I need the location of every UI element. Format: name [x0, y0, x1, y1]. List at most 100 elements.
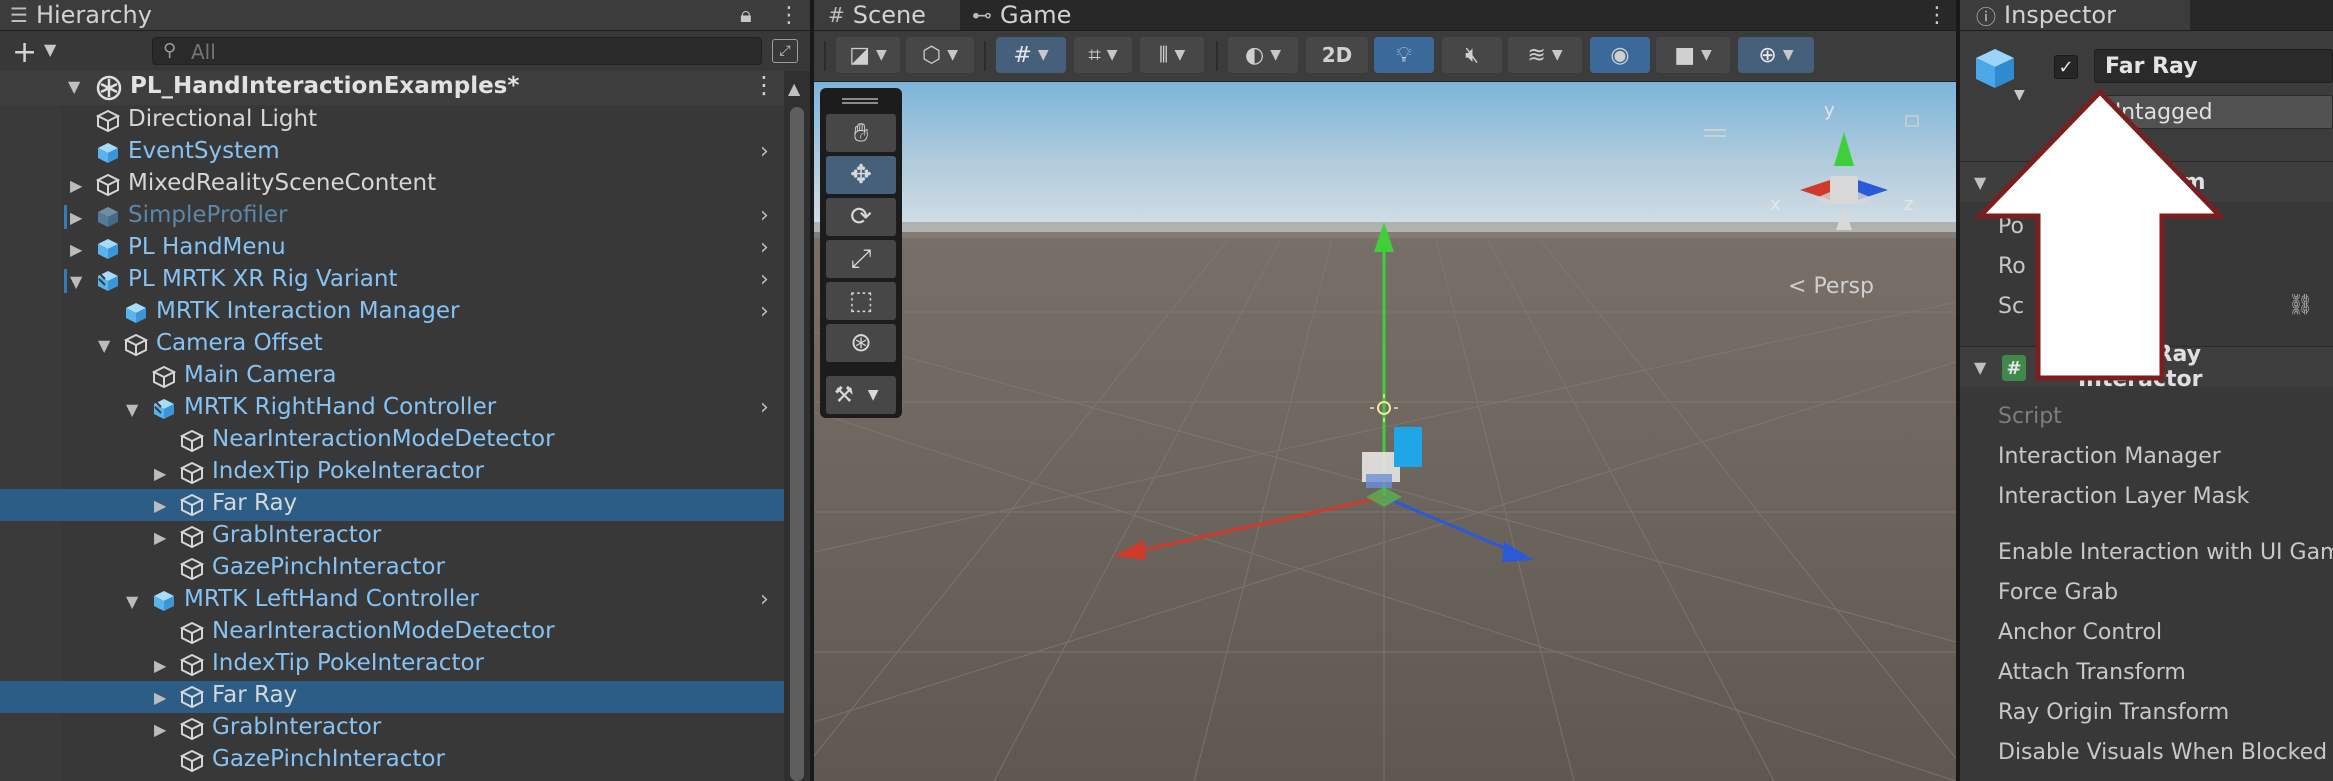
open-prefab-chevron-icon[interactable]: ›: [760, 395, 769, 420]
move-tool-button[interactable]: ✥: [826, 156, 896, 194]
hierarchy-row[interactable]: ▶ Far Ray: [0, 681, 784, 713]
hierarchy-row[interactable]: MRTK Interaction Manager ›: [0, 297, 784, 329]
link-icon[interactable]: ⛓: [2288, 292, 2313, 316]
expand-right-icon[interactable]: ▶: [70, 240, 82, 259]
hierarchy-row[interactable]: ▶ GrabInteractor: [0, 521, 784, 553]
open-prefab-chevron-icon[interactable]: ›: [760, 267, 769, 292]
expand-right-icon[interactable]: ▶: [154, 464, 166, 483]
shading-mode-button[interactable]: ◐ ▼: [1228, 37, 1298, 73]
tab-game[interactable]: ⊷ Game: [962, 0, 1072, 30]
scene-header-row[interactable]: ▼ PL_HandInteractionExamples* ⋮: [0, 71, 784, 105]
open-prefab-chevron-icon[interactable]: ›: [760, 299, 769, 324]
open-prefab-chevron-icon[interactable]: ›: [760, 203, 769, 228]
gameobject-icon: [179, 493, 205, 517]
palette-grip-icon[interactable]: [842, 98, 878, 104]
scrollbar-thumb[interactable]: [790, 107, 804, 781]
expand-down-icon[interactable]: ▼: [98, 336, 110, 355]
grid-snap-button[interactable]: # ▼: [996, 37, 1066, 73]
expand-down-icon[interactable]: ▼: [126, 400, 138, 419]
draw-mode-button[interactable]: ◪ ▼: [836, 37, 900, 73]
hierarchy-row[interactable]: ▶ IndexTip PokeInteractor: [0, 649, 784, 681]
scroll-up-icon[interactable]: ▲: [788, 79, 800, 98]
expand-right-icon[interactable]: ▶: [154, 496, 166, 515]
hierarchy-row[interactable]: ▶ Far Ray: [0, 489, 784, 521]
inspector-property-label: Enable Interaction with UI GameObjects: [1998, 540, 2333, 565]
search-by-type-icon[interactable]: ⤢: [772, 39, 798, 63]
active-checkbox[interactable]: ✓: [2054, 55, 2078, 79]
rotate-tool-button[interactable]: ⟳: [826, 198, 896, 236]
lightbulb-icon: 💡︎: [1396, 42, 1412, 68]
hierarchy-row[interactable]: ▶ PL HandMenu ›: [0, 233, 784, 265]
chevron-down-icon: ▼: [1174, 47, 1186, 63]
scene-kebab-icon[interactable]: ⋮: [1926, 0, 1948, 30]
custom-tools-button[interactable]: ⚒ ▼: [826, 376, 896, 414]
hierarchy-row[interactable]: ▶ MixedRealitySceneContent: [0, 169, 784, 201]
hierarchy-row[interactable]: ▼ MRTK RightHand Controller ›: [0, 393, 784, 425]
hierarchy-row[interactable]: EventSystem ›: [0, 137, 784, 169]
search-icon[interactable]: ⚲: [163, 40, 176, 61]
hierarchy-row[interactable]: ▶ SimpleProfiler ›: [0, 201, 784, 233]
hand-tool-button[interactable]: ✋︎: [826, 114, 896, 152]
chevron-down-icon[interactable]: ▼: [44, 40, 56, 59]
hierarchy-row[interactable]: NearInteractionModeDetector: [0, 425, 784, 457]
scene-visibility-button[interactable]: ◉: [1590, 37, 1650, 73]
expand-right-icon[interactable]: ▶: [154, 528, 166, 547]
tab-inspector[interactable]: ⓘ Inspector: [1960, 0, 2190, 30]
toggle-2d-button[interactable]: 2D: [1306, 37, 1368, 73]
scene-tabbar: # Scene ⊷ Game ⋮: [814, 0, 1956, 31]
camera-settings-button[interactable]: ■ ▼: [1656, 37, 1730, 73]
gameobject-icon: [179, 621, 205, 645]
gameobject-icon: [95, 109, 121, 133]
gizmos-button[interactable]: ⊕ ▼: [1738, 37, 1814, 73]
scene-viewport[interactable]: ✋︎ ✥ ⟳ ⤢ ⬚ ⊛ ⚒ ▼ y x z < Persp: [814, 82, 1956, 781]
open-prefab-chevron-icon[interactable]: ›: [760, 139, 769, 164]
scene-menu-icon[interactable]: ⋮: [752, 71, 776, 99]
hierarchy-scrollbar[interactable]: ▲: [784, 71, 810, 781]
hierarchy-row[interactable]: GazePinchInteractor: [0, 745, 784, 777]
snap-increment-button[interactable]: ⌗ ▼: [1074, 37, 1132, 73]
hierarchy-row[interactable]: ▶ GrabInteractor: [0, 713, 784, 745]
hierarchy-row[interactable]: Directional Light: [0, 105, 784, 137]
hierarchy-row-label: GrabInteractor: [212, 714, 382, 740]
scene-fold-icon[interactable]: ▼: [68, 77, 80, 96]
hierarchy-row[interactable]: GazePinchInteractor: [0, 553, 784, 585]
hierarchy-row-label: GazePinchInteractor: [212, 554, 445, 580]
projection-toggle[interactable]: < Persp: [1788, 274, 1874, 299]
kebab-menu-icon[interactable]: ⋮: [778, 0, 800, 30]
hierarchy-row[interactable]: Main Camera: [0, 361, 784, 393]
expand-right-icon[interactable]: ▶: [154, 720, 166, 739]
override-marker: [64, 205, 67, 229]
hierarchy-row-label: IndexTip PokeInteractor: [212, 650, 485, 676]
effects-button[interactable]: ≋ ▼: [1508, 37, 1582, 73]
scale-tool-button[interactable]: ⤢: [826, 240, 896, 278]
expand-right-icon[interactable]: ▶: [154, 656, 166, 675]
gameobject-cube-icon[interactable]: [1972, 45, 2018, 91]
open-prefab-chevron-icon[interactable]: ›: [760, 587, 769, 612]
chevron-down-icon: ▼: [1037, 47, 1049, 63]
transform-tool-button[interactable]: ⊛: [826, 324, 896, 362]
tab-scene[interactable]: # Scene: [814, 0, 960, 30]
lighting-toggle-button[interactable]: 💡︎: [1374, 37, 1434, 73]
expand-right-icon[interactable]: ▶: [154, 688, 166, 707]
inspector-tab-label: Inspector: [2004, 1, 2116, 29]
hierarchy-row[interactable]: ▼ MRTK LeftHand Controller ›: [0, 585, 784, 617]
hierarchy-row[interactable]: ▼ Camera Offset: [0, 329, 784, 361]
hierarchy-row[interactable]: ▶ IndexTip PokeInteractor: [0, 457, 784, 489]
open-prefab-chevron-icon[interactable]: ›: [760, 235, 769, 260]
expand-right-icon[interactable]: ▶: [70, 176, 82, 195]
add-icon[interactable]: +: [12, 35, 37, 70]
render-mode-button[interactable]: ⬡ ▼: [906, 37, 974, 73]
expand-down-icon[interactable]: ▼: [70, 272, 82, 291]
object-name-field[interactable]: Far Ray: [2094, 49, 2333, 83]
hierarchy-row[interactable]: NearInteractionModeDetector: [0, 617, 784, 649]
gameobject-icon: [179, 525, 205, 549]
lock-icon[interactable]: 🔒︎: [740, 0, 752, 30]
tab-hierarchy[interactable]: ☰ Hierarchy: [0, 0, 810, 30]
hierarchy-row[interactable]: ▼ PL MRTK XR Rig Variant ›: [0, 265, 784, 297]
audio-toggle-button[interactable]: 🔇︎: [1442, 37, 1502, 73]
grid-visibility-button[interactable]: ⦀ ▼: [1140, 37, 1204, 73]
search-input[interactable]: [189, 38, 753, 66]
expand-down-icon[interactable]: ▼: [126, 592, 138, 611]
rect-tool-button[interactable]: ⬚: [826, 282, 896, 320]
expand-right-icon[interactable]: ▶: [70, 208, 82, 227]
